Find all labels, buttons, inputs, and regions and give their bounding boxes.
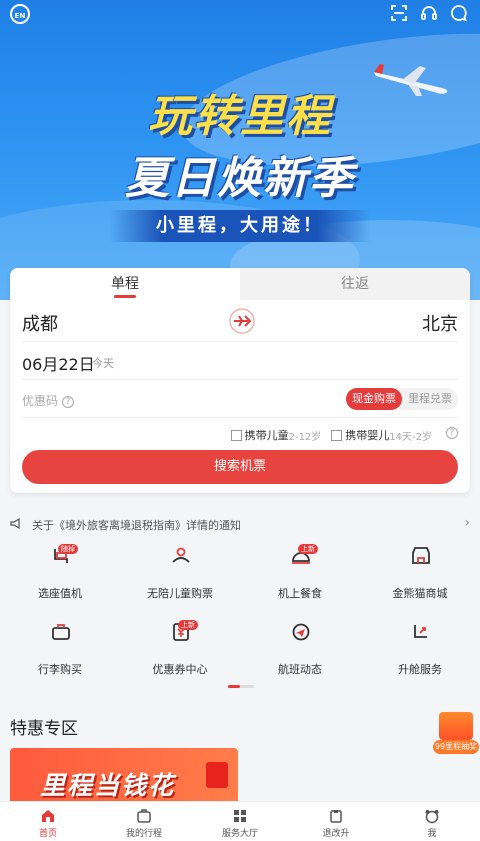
- clipboard-icon: [330, 810, 342, 823]
- booking-card: 单程 往返 成都 北京 06月22日 今天 优惠码? 现金购票 里程兑票 携带儿…: [10, 268, 470, 493]
- help-icon[interactable]: ?: [62, 395, 75, 408]
- service-panda-store[interactable]: 金熊猫商城: [360, 545, 480, 605]
- hero-ribbon: 小里程，大用途！: [110, 210, 370, 242]
- promo-code-placeholder: 优惠码: [22, 394, 59, 408]
- lottery-button[interactable]: 99里程抽奖: [433, 712, 479, 756]
- service-label: 升舱服务: [398, 663, 442, 676]
- service-badge: 上新: [178, 620, 198, 630]
- page-indicator: [228, 685, 254, 688]
- nav-change-refund[interactable]: 退改升: [288, 802, 384, 841]
- date-note: 今天: [92, 357, 114, 370]
- date-row[interactable]: 06月22日 今天: [22, 342, 458, 380]
- nav-me[interactable]: 我: [384, 802, 480, 841]
- arrival-city[interactable]: 北京: [422, 310, 458, 336]
- headset-icon[interactable]: [420, 4, 438, 22]
- with-child-checkbox[interactable]: 携带儿童 2-12岁: [230, 427, 322, 443]
- bottom-nav: 首页 我的行程 服务大厅 退改升 我: [0, 801, 480, 841]
- language-switch-icon[interactable]: EN: [10, 4, 30, 24]
- top-actions: [390, 4, 468, 22]
- checkbox-icon[interactable]: [331, 429, 343, 441]
- service-badge: 上新: [298, 544, 318, 554]
- notice-text[interactable]: 关于《境外旅客离境退税指南》详情的通知: [32, 517, 241, 533]
- nav-service-hall[interactable]: 服务大厅: [192, 802, 288, 841]
- miles-promo-banner[interactable]: 里程当钱花: [10, 748, 238, 808]
- megaphone-icon: [10, 517, 20, 530]
- service-label: 机上餐食: [278, 587, 322, 600]
- service-coupon-center[interactable]: 上新 优惠券中心: [120, 620, 240, 681]
- checkbox-icon[interactable]: [230, 429, 242, 441]
- service-unaccompanied-child[interactable]: 无陪儿童购票: [120, 545, 240, 605]
- promo-code-field[interactable]: 优惠码?: [22, 392, 75, 409]
- specials-title: 特惠专区: [10, 719, 78, 739]
- city-row: 成都 北京: [22, 300, 458, 342]
- flight-status-icon: [292, 623, 310, 641]
- service-label: 无陪儿童购票: [147, 587, 213, 600]
- top-bar: EN: [0, 0, 480, 28]
- tab-round-trip[interactable]: 往返: [240, 268, 470, 300]
- service-label: 选座值机: [38, 587, 82, 600]
- hero-title-line1: 玩转里程: [148, 91, 332, 142]
- miles-redeem-option[interactable]: 里程兑票: [402, 388, 458, 410]
- tab-one-way[interactable]: 单程: [10, 268, 240, 300]
- help-icon[interactable]: ?: [446, 427, 458, 439]
- service-luggage[interactable]: 行李购买: [0, 621, 120, 681]
- nav-my-trips[interactable]: 我的行程: [96, 802, 192, 841]
- notice-bar[interactable]: 关于《境外旅客离境退税指南》详情的通知 ›: [10, 514, 472, 534]
- grid-icon: [234, 810, 246, 822]
- chevron-right-icon[interactable]: ›: [464, 515, 470, 531]
- payment-type-toggle: 现金购票 里程兑票: [346, 388, 458, 410]
- with-infant-checkbox[interactable]: 携带婴儿 14天-2岁: [331, 427, 432, 443]
- promo-banner-text: 里程当钱花: [40, 771, 176, 800]
- page-indicator-active: [228, 685, 240, 688]
- hero-banner[interactable]: EN 玩转里程 夏日焕新季 小里程，大用途！: [0, 0, 480, 300]
- upgrade-icon: [414, 625, 427, 638]
- with-child-age: 2-12岁: [288, 431, 322, 443]
- scan-icon[interactable]: [390, 4, 408, 22]
- promo-row: 优惠码? 现金购票 里程兑票: [22, 380, 458, 418]
- with-infant-label: 携带婴儿: [345, 429, 390, 442]
- passenger-options: 携带儿童 2-12岁 携带婴儿 14天-2岁 ?: [230, 427, 458, 443]
- gift-box-icon: [439, 712, 473, 740]
- departure-date[interactable]: 06月22日: [22, 351, 95, 375]
- trip-type-tabs: 单程 往返: [10, 268, 470, 300]
- nav-label: 首页: [38, 829, 57, 839]
- with-child-label: 携带儿童: [244, 429, 289, 442]
- service-upgrade[interactable]: 升舱服务: [360, 621, 480, 681]
- message-icon[interactable]: [450, 4, 468, 22]
- service-label: 金熊猫商城: [392, 587, 448, 600]
- service-seat-checkin[interactable]: 随掉 选座值机: [0, 544, 120, 605]
- nav-home[interactable]: 首页: [0, 802, 96, 841]
- swap-cities-icon[interactable]: [227, 306, 257, 336]
- service-badge: 随掉: [58, 544, 78, 554]
- luggage-icon: [52, 624, 70, 640]
- cash-purchase-option[interactable]: 现金购票: [346, 388, 402, 410]
- with-infant-age: 14天-2岁: [389, 431, 432, 443]
- service-label: 优惠券中心: [152, 663, 208, 676]
- service-inflight-meal[interactable]: 上新 机上餐食: [240, 544, 360, 605]
- panda-icon: [425, 810, 439, 824]
- service-label: 航班动态: [278, 663, 322, 676]
- departure-city[interactable]: 成都: [22, 310, 58, 336]
- search-flights-button[interactable]: 搜索机票: [22, 450, 458, 484]
- home-icon: [42, 810, 54, 822]
- red-envelope-icon: [206, 762, 228, 788]
- service-label: 行李购买: [38, 663, 82, 676]
- nav-label: 服务大厅: [221, 829, 258, 839]
- unaccompanied-child-icon: [172, 547, 190, 563]
- nav-label: 我的行程: [125, 829, 162, 839]
- nav-label: 退改升: [322, 829, 350, 839]
- service-flight-status[interactable]: 航班动态: [240, 621, 360, 681]
- nav-label: 我: [427, 829, 437, 839]
- store-icon: [412, 547, 430, 564]
- lottery-label: 99里程抽奖: [433, 740, 479, 754]
- trips-icon: [137, 809, 151, 823]
- hero-title-line2: 夏日焕新季: [125, 153, 355, 204]
